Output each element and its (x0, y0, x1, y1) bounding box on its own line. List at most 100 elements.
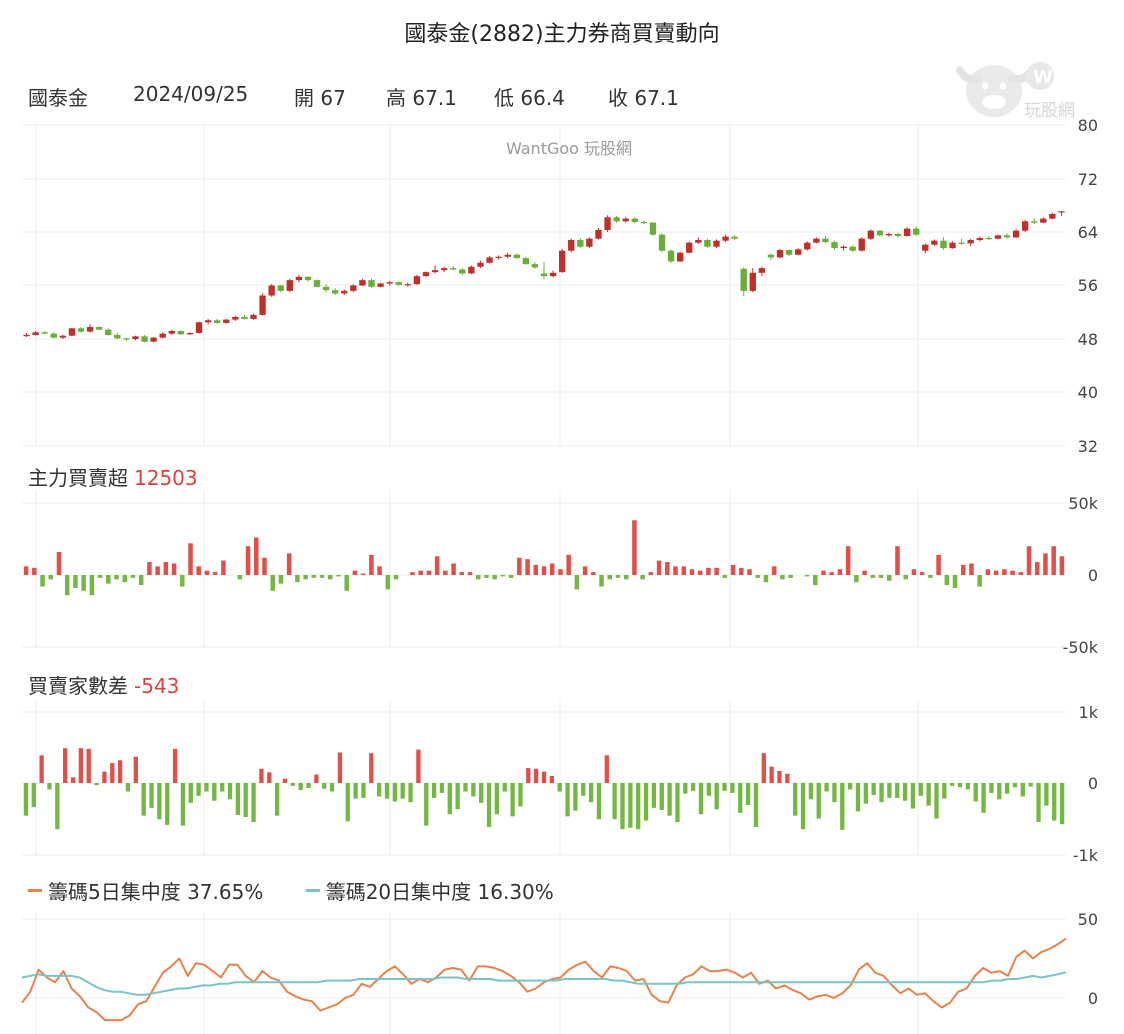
broker-diff-bar (573, 783, 578, 811)
candle-body (531, 264, 539, 268)
candle-body (41, 332, 48, 334)
candle-body (722, 236, 729, 241)
candle-body (622, 218, 629, 222)
main-force-bar (171, 563, 177, 575)
candle-body (894, 234, 902, 237)
candle-body (422, 272, 430, 277)
candle-body (649, 222, 657, 235)
main-force-bar (319, 575, 325, 578)
broker-diff-bar (926, 783, 931, 806)
candle-body (568, 240, 575, 251)
y-tick-label: 50k (1068, 494, 1098, 513)
broker-diff-bar (871, 783, 876, 796)
candle-body (159, 333, 166, 338)
candle-body (322, 286, 330, 291)
candle-body (940, 240, 947, 249)
broker-diff-bar (212, 783, 217, 801)
main-force-bar (32, 567, 37, 575)
candle-body (949, 242, 956, 249)
broker-diff-bar (816, 783, 821, 819)
main-force-bar (623, 575, 629, 580)
main-force-bar (1043, 553, 1048, 575)
main-force-bar (780, 575, 785, 580)
broker-diff-bar (785, 773, 790, 783)
main-force-bar (969, 563, 974, 575)
candle-body (150, 337, 157, 342)
candle-body (23, 334, 30, 337)
broker-diff-bar (259, 768, 264, 783)
candle-body (604, 217, 611, 230)
broker-diff-bar (808, 783, 814, 800)
y-tick-label: 1k (1079, 703, 1099, 722)
main-force-bar (739, 567, 744, 575)
main-force-bar (303, 575, 308, 580)
main-force-bar (180, 575, 185, 587)
y-tick-label: 50 (1078, 910, 1098, 929)
broker-diff-bar (533, 768, 539, 783)
broker-diff-bar (282, 778, 288, 783)
candle-body (232, 316, 239, 320)
candle-body (431, 270, 439, 273)
broker-diff-bar (832, 783, 837, 803)
main-force-bar (426, 570, 432, 575)
broker-diff-bar (196, 783, 201, 796)
y-tick-label: 0 (1088, 566, 1098, 585)
candle-body (613, 217, 620, 222)
main-force-bar (418, 570, 423, 575)
candle-body (1049, 213, 1056, 219)
candle-body (440, 268, 448, 271)
main-force-bar (582, 566, 588, 575)
main-force-bar (697, 570, 703, 575)
main-force-bar (443, 570, 448, 575)
broker-diff-bar (989, 783, 994, 793)
y-tick-label: -1k (1073, 846, 1099, 865)
broker-diff-bar (973, 783, 978, 802)
candle-body (404, 284, 412, 286)
candle-body (931, 240, 938, 245)
broker-diff-bar (526, 768, 531, 783)
candle-body (903, 228, 911, 237)
broker-diff-bar (557, 783, 562, 792)
candle-body (195, 322, 203, 333)
main-force-bar (886, 575, 892, 581)
candle-body (876, 230, 884, 236)
main-force-bar (278, 575, 284, 584)
broker-diff-bar (667, 783, 672, 816)
broker-diff-bar (698, 783, 704, 815)
candle-body (577, 240, 584, 247)
broker-diff-bar (345, 783, 350, 822)
main-force-bar (254, 537, 259, 575)
broker-diff-bar (934, 783, 939, 819)
broker-diff-bar (895, 783, 900, 798)
broker-diff-bar (604, 755, 609, 783)
main-force-bar (854, 575, 859, 583)
broker-diff-bar (659, 783, 664, 810)
main-force-bar (706, 567, 711, 575)
candle-body (141, 336, 148, 342)
broker-diff-bar (180, 783, 186, 826)
main-force-bar (459, 572, 465, 575)
broker-diff-bar (23, 783, 29, 816)
y-tick-label: 48 (1078, 330, 1098, 349)
main-force-bar (270, 575, 275, 591)
candle-body (259, 295, 266, 315)
broker-diff-bar (722, 783, 727, 791)
main-force-bar (525, 559, 530, 575)
broker-diff-bar (1052, 783, 1057, 821)
main-force-bar (549, 563, 555, 575)
main-force-bar (508, 575, 514, 578)
broker-diff-bar (267, 772, 272, 783)
broker-diff-bar (997, 783, 1002, 800)
candle-body (795, 249, 802, 255)
main-force-bar (1018, 572, 1024, 575)
main-force-bar (615, 575, 621, 578)
main-force-bar (500, 575, 506, 577)
main-force-bar (821, 570, 826, 575)
candle-body (713, 240, 720, 247)
broker-diff-bar (337, 752, 343, 783)
main-force-bar (451, 563, 456, 575)
main-force-bar (574, 575, 580, 590)
broker-diff-bar (738, 783, 743, 813)
broker-diff-bar (777, 770, 782, 783)
candle-body (450, 268, 457, 270)
